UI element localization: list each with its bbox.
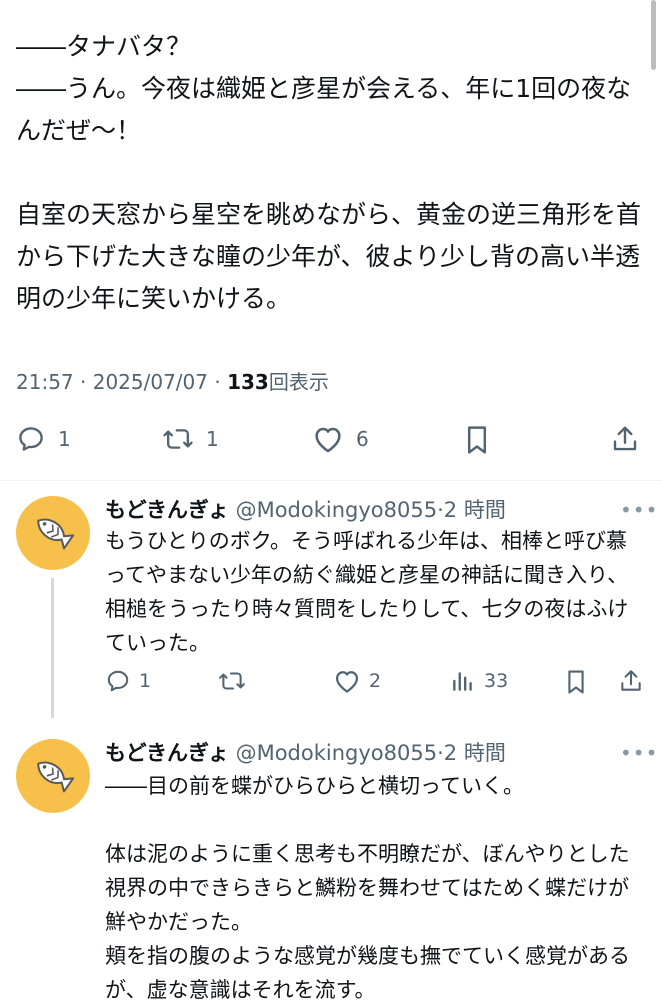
views-label: 回表示 [268,370,329,394]
post-meta: 21:57 · 2025/07/07 · 133回表示 [16,366,329,395]
post-text: ――タナバタ？ ――うん。今夜は織姫と彦星が会える、年に1回の夜なんだぜ～！ 自… [16,32,642,313]
reply-time[interactable]: 2 時間 [444,741,506,765]
reply-count: 1 [58,427,71,451]
more-menu-icon[interactable]: ••• [620,498,658,522]
repost-icon [218,668,246,694]
reply-count: 1 [139,670,152,692]
like-button[interactable]: 2 [333,668,381,694]
share-icon [610,424,640,454]
display-name[interactable]: もどきんぎょ [105,741,229,765]
repost-button[interactable]: 1 [162,424,219,454]
heart-icon [312,424,344,454]
meta-separator: · [80,370,87,394]
post-time[interactable]: 21:57 [16,370,74,394]
reply-time[interactable]: 2 時間 [444,498,506,522]
header-separator: · [437,741,444,765]
like-button[interactable]: 6 [312,424,369,454]
share-icon [618,668,644,694]
views-count: 133 [227,370,269,394]
views-button[interactable]: 33 [450,668,508,694]
like-count: 6 [356,427,369,451]
scrollbar[interactable] [651,0,656,70]
heart-icon [333,668,361,694]
reply-actions: 1 2 33 [0,668,662,708]
user-handle[interactable]: @Modokingyo8055 [236,498,438,522]
repost-count: 1 [206,427,219,451]
avatar[interactable] [16,496,90,570]
post-date[interactable]: 2025/07/07 [93,370,208,394]
share-button[interactable] [610,424,640,454]
reply-text: ――目の前を蝶がひらひらと横切っていく。 体は泥のように重く思考も不明瞭だが、ぼ… [105,774,630,1002]
like-count: 2 [369,670,382,692]
more-menu-icon[interactable]: ••• [620,741,658,765]
header-separator: · [437,498,444,522]
reply-icon [16,424,46,454]
bookmark-button[interactable] [464,424,490,456]
post-actions: 1 1 6 [0,416,662,466]
bookmark-icon [464,424,490,456]
meta-separator: · [214,370,221,394]
reply-header: もどきんぎょ @Modokingyo8055·2 時間 [105,737,506,767]
bar-chart-icon [450,668,476,694]
reply-text: もうひとりのボク。そう呼ばれる少年は、相棒と呼び慕ってやまない少年の紡ぐ織姫と彦… [105,529,629,655]
user-handle[interactable]: @Modokingyo8055 [236,741,438,765]
reply-header: もどきんぎょ @Modokingyo8055·2 時間 [105,494,506,524]
view-count: 33 [484,670,509,692]
repost-button[interactable] [218,668,254,694]
bookmark-icon [565,668,587,696]
reply-button[interactable]: 1 [105,668,151,694]
bookmark-button[interactable] [565,668,587,696]
repost-icon [162,424,194,454]
fish-icon [27,748,79,804]
reply-button[interactable]: 1 [16,424,71,454]
reply-icon [105,668,131,694]
avatar[interactable] [16,739,90,813]
fish-icon [27,505,79,561]
share-button[interactable] [618,668,644,694]
divider [0,480,662,481]
display-name[interactable]: もどきんぎょ [105,498,229,522]
